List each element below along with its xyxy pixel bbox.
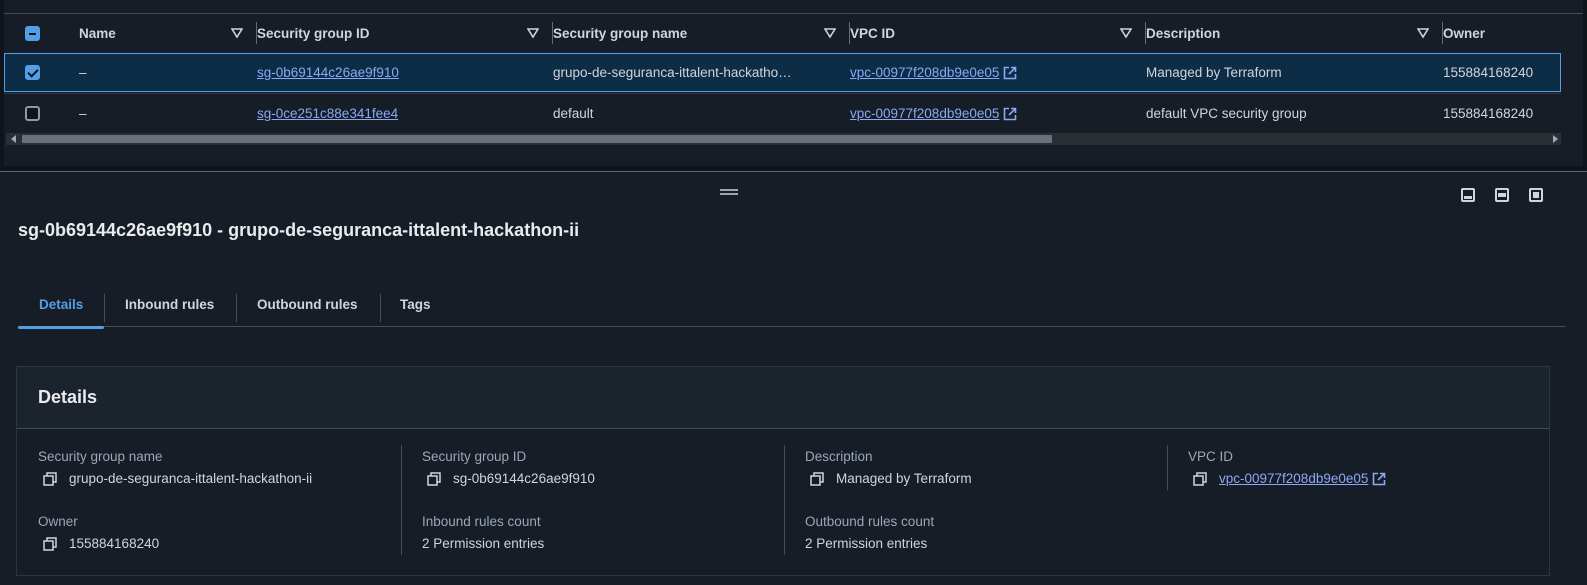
field-sg-name: Security group name grupo-de-seguranca-i… [38, 449, 312, 486]
cell-name: – [79, 65, 87, 80]
field-value: 155884168240 [69, 536, 160, 551]
split-panel-view-controls [1461, 188, 1543, 202]
cell-sg-id: sg-0b69144c26ae9f910 [257, 53, 399, 92]
view-bottom-icon[interactable] [1461, 188, 1475, 202]
field-value: sg-0b69144c26ae9f910 [453, 471, 595, 486]
column-header-owner[interactable]: Owner [1443, 14, 1561, 53]
field-label: Security group name [38, 449, 163, 464]
field-label: Outbound rules count [805, 514, 935, 529]
column-header-sg-id[interactable]: Security group ID [257, 14, 553, 53]
sort-caret-icon[interactable] [231, 27, 243, 39]
field-value: 2 Permission entries [422, 536, 545, 551]
resize-handle-icon[interactable] [720, 189, 738, 195]
external-link-icon[interactable] [1003, 107, 1017, 121]
cell-vpc-id: vpc-00977f208db9e0e05 [850, 53, 1017, 92]
field-label: Owner [38, 514, 78, 529]
split-panel-title: sg-0b69144c26ae9f910 - grupo-de-seguranc… [18, 220, 580, 240]
copy-icon[interactable] [810, 471, 824, 486]
sort-caret-icon[interactable] [1417, 27, 1429, 39]
sg-id-link[interactable]: sg-0ce251c88e341fee4 [257, 106, 398, 121]
cell-description: Managed by Terraform [1146, 65, 1282, 80]
external-link-icon[interactable] [1372, 472, 1386, 486]
cell-owner: 155884168240 [1443, 106, 1534, 121]
view-fullscreen-icon[interactable] [1529, 188, 1543, 202]
field-owner: Owner 155884168240 [38, 514, 159, 551]
scrollbar-thumb[interactable] [22, 135, 1052, 143]
tab-outbound-rules[interactable]: Outbound rules [257, 282, 358, 327]
cell-owner: 155884168240 [1443, 65, 1534, 80]
horizontal-scrollbar[interactable] [6, 133, 1561, 145]
select-all-checkbox[interactable] [25, 26, 40, 41]
sort-caret-icon[interactable] [527, 27, 539, 39]
vpc-id-link[interactable]: vpc-00977f208db9e0e05 [850, 106, 999, 121]
sort-caret-icon[interactable] [1120, 27, 1132, 39]
field-value: grupo-de-seguranca-ittalent-hackathon-ii [69, 471, 313, 486]
field-inbound-count: Inbound rules count 2 Permission entries [422, 514, 544, 551]
vpc-id-link[interactable]: vpc-00977f208db9e0e05 [1219, 471, 1368, 486]
column-divider [401, 445, 402, 555]
column-divider [784, 445, 785, 555]
field-outbound-count: Outbound rules count 2 Permission entrie… [805, 514, 934, 551]
column-header-name[interactable]: Name [79, 14, 257, 53]
table-row[interactable]: – sg-0b69144c26ae9f910 grupo-de-seguranc… [4, 53, 1561, 92]
tab-tags[interactable]: Tags [400, 282, 431, 327]
field-value: 2 Permission entries [805, 536, 928, 551]
row-checkbox[interactable] [25, 65, 40, 80]
field-label: Description [805, 449, 873, 464]
cell-vpc-id: vpc-00977f208db9e0e05 [850, 94, 1017, 133]
tab-bar: Details Inbound rules Outbound rules Tag… [18, 282, 1566, 329]
tab-divider [380, 294, 381, 322]
copy-icon[interactable] [1193, 471, 1207, 486]
cell-name: – [79, 106, 87, 121]
external-link-icon[interactable] [1003, 66, 1017, 80]
sg-id-link[interactable]: sg-0b69144c26ae9f910 [257, 65, 399, 80]
field-label: Inbound rules count [422, 514, 541, 529]
copy-icon[interactable] [427, 471, 441, 486]
scroll-left-arrow-icon[interactable] [11, 135, 16, 143]
details-container: Details Security group name grupo-de-seg… [16, 366, 1550, 576]
details-body: Security group name grupo-de-seguranca-i… [17, 429, 1549, 575]
view-side-icon[interactable] [1495, 188, 1509, 202]
copy-icon[interactable] [43, 471, 57, 486]
cell-sg-name: default [553, 106, 594, 121]
cell-description: default VPC security group [1146, 106, 1307, 121]
tab-inbound-rules[interactable]: Inbound rules [125, 282, 214, 327]
cell-sg-name: grupo-de-seguranca-ittalent-hackatho… [553, 65, 792, 80]
scroll-right-arrow-icon[interactable] [1553, 135, 1558, 143]
field-value: Managed by Terraform [836, 471, 972, 486]
security-groups-table: Name Security group ID Security group na… [4, 0, 1583, 166]
sort-caret-icon[interactable] [824, 27, 836, 39]
field-description: Description Managed by Terraform [805, 449, 972, 486]
copy-icon[interactable] [43, 536, 57, 551]
row-checkbox[interactable] [25, 106, 40, 121]
vpc-id-link[interactable]: vpc-00977f208db9e0e05 [850, 65, 999, 80]
tab-details[interactable]: Details [18, 282, 105, 329]
split-panel: sg-0b69144c26ae9f910 - grupo-de-seguranc… [0, 171, 1587, 585]
column-header-description[interactable]: Description [1146, 14, 1443, 53]
tab-divider [104, 294, 105, 322]
field-label: Security group ID [422, 449, 527, 464]
column-divider [1167, 445, 1168, 490]
details-heading: Details [17, 367, 1549, 429]
cell-sg-id: sg-0ce251c88e341fee4 [257, 94, 398, 133]
column-header-sg-name[interactable]: Security group name [553, 14, 850, 53]
tab-divider [236, 294, 237, 322]
field-label: VPC ID [1188, 449, 1234, 464]
table-header: Name Security group ID Security group na… [4, 13, 1583, 52]
column-header-vpc-id[interactable]: VPC ID [850, 14, 1146, 53]
field-sg-id: Security group ID sg-0b69144c26ae9f910 [422, 449, 595, 486]
field-vpc-id: VPC ID vpc-00977f208db9e0e05 [1188, 449, 1386, 486]
table-row[interactable]: – sg-0ce251c88e341fee4 default vpc-00977… [4, 93, 1561, 132]
